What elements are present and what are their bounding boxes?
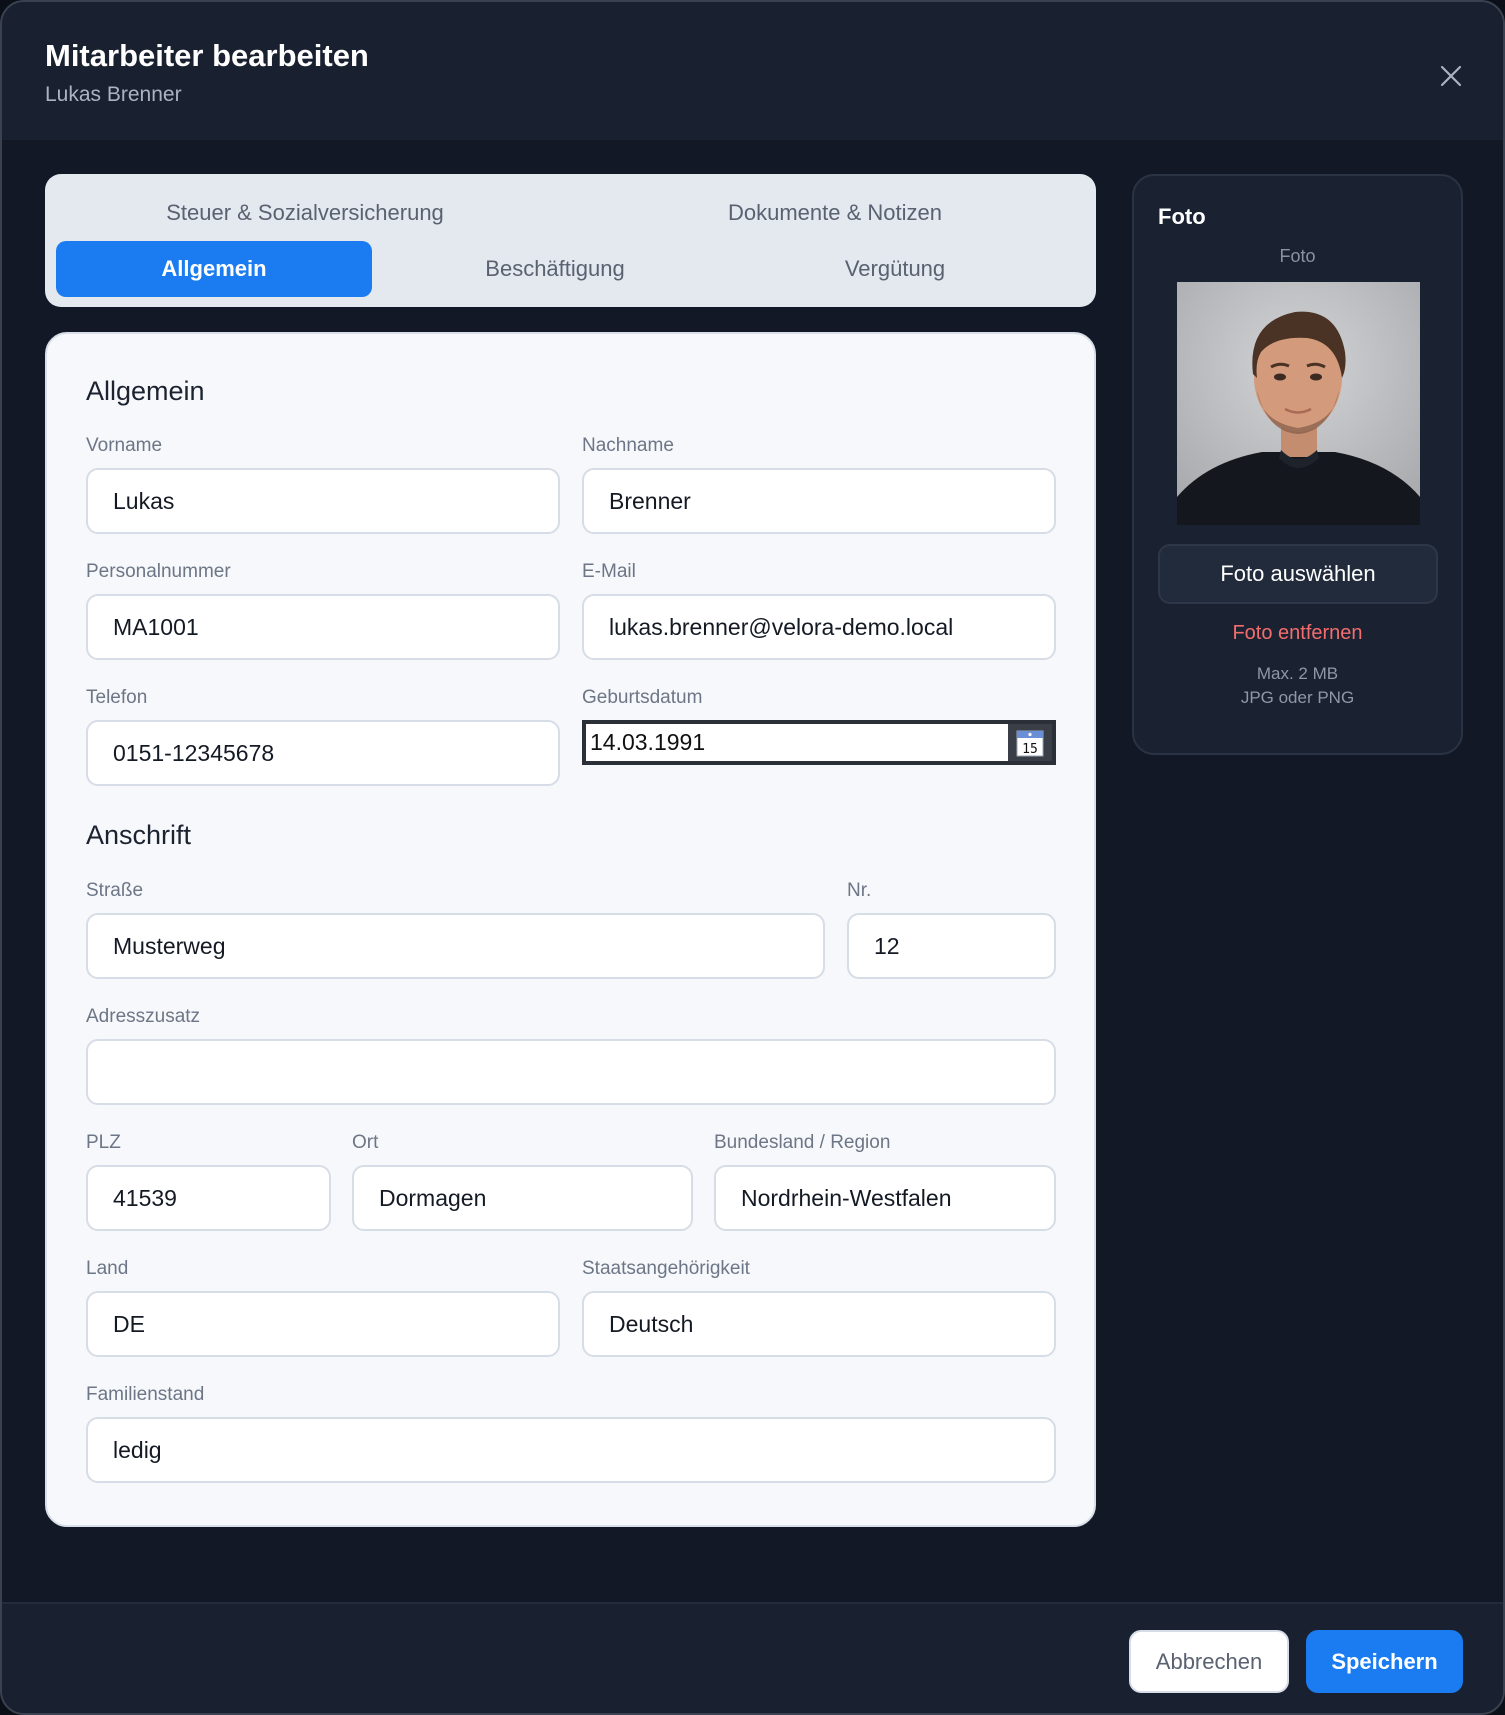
telefon-label: Telefon xyxy=(86,687,148,708)
photo-hint-size: Max. 2 MB xyxy=(1256,664,1339,683)
vorname-label: Vorname xyxy=(86,435,163,456)
portrait-image xyxy=(1177,282,1420,525)
cancel-button[interactable]: Abbrechen xyxy=(1129,1630,1289,1693)
photo-hint-format: JPG oder PNG xyxy=(1240,688,1355,707)
ort-label: Ort xyxy=(352,1132,379,1153)
bundesland-field[interactable]: Nordrhein-Westfalen xyxy=(714,1165,1056,1231)
familienstand-label: Familienstand xyxy=(86,1384,205,1405)
land-label: Land xyxy=(86,1258,129,1279)
photo-panel: Foto Foto Foto auswählen Foto entfernen … xyxy=(1132,174,1463,755)
close-icon xyxy=(1440,65,1462,87)
geburtsdatum-value: 14.03.1991 xyxy=(590,729,706,755)
dialog-footer: Abbrechen Speichern xyxy=(2,1602,1503,1713)
nachname-field[interactable]: Brenner xyxy=(582,468,1056,534)
tab-bar: Steuer & Sozialversicherung Dokumente & … xyxy=(45,174,1096,307)
nachname-label: Nachname xyxy=(582,435,674,456)
tab-steuer-sozialversicherung[interactable]: Steuer & Sozialversicherung xyxy=(155,185,455,241)
personalnummer-field[interactable]: MA1001 xyxy=(86,594,560,660)
email-label: E-Mail xyxy=(582,561,636,582)
land-field[interactable]: DE xyxy=(86,1291,560,1357)
calendar-icon: 15 xyxy=(1016,730,1044,757)
employee-photo xyxy=(1177,282,1420,525)
tab-verguetung[interactable]: Vergütung xyxy=(765,241,1025,297)
dialog-header: Mitarbeiter bearbeiten Lukas Brenner xyxy=(2,2,1503,140)
vorname-field[interactable]: Lukas xyxy=(86,468,560,534)
general-form-card: Allgemein Vorname Lukas Nachname Brenner… xyxy=(45,332,1096,1527)
staatsangehoerigkeit-label: Staatsangehörigkeit xyxy=(582,1258,750,1279)
personalnummer-label: Personalnummer xyxy=(86,561,231,582)
dialog-title: Mitarbeiter bearbeiten xyxy=(45,38,369,73)
tab-beschaeftigung[interactable]: Beschäftigung xyxy=(405,241,705,297)
geburtsdatum-label: Geburtsdatum xyxy=(582,687,703,708)
strasse-field[interactable]: Musterweg xyxy=(86,913,825,979)
edit-employee-dialog: Mitarbeiter bearbeiten Lukas Brenner Ste… xyxy=(0,0,1505,1715)
calendar-day: 15 xyxy=(1022,742,1038,757)
section-title-general: Allgemein xyxy=(86,376,205,406)
photo-panel-title: Foto xyxy=(1158,204,1206,229)
email-field[interactable]: lukas.brenner@velora-demo.local xyxy=(582,594,1056,660)
ort-field[interactable]: Dormagen xyxy=(352,1165,693,1231)
date-picker-button[interactable]: 15 xyxy=(1008,724,1052,761)
adresszusatz-field[interactable] xyxy=(86,1039,1056,1105)
strasse-label: Straße xyxy=(86,880,144,901)
adresszusatz-label: Adresszusatz xyxy=(86,1006,201,1027)
nr-field[interactable]: 12 xyxy=(847,913,1056,979)
section-title-address: Anschrift xyxy=(86,820,192,850)
familienstand-field[interactable]: ledig xyxy=(86,1417,1056,1483)
geburtsdatum-field[interactable]: 14.03.1991 15 xyxy=(582,720,1056,765)
choose-photo-button[interactable]: Foto auswählen xyxy=(1158,544,1438,604)
close-button[interactable] xyxy=(1432,57,1470,95)
plz-label: PLZ xyxy=(86,1132,121,1153)
tab-allgemein[interactable]: Allgemein xyxy=(56,241,372,297)
remove-photo-link[interactable]: Foto entfernen xyxy=(1134,622,1461,645)
bundesland-label: Bundesland / Region xyxy=(714,1132,891,1153)
staatsangehoerigkeit-field[interactable]: Deutsch xyxy=(582,1291,1056,1357)
dialog-subtitle: Lukas Brenner xyxy=(45,83,182,106)
nr-label: Nr. xyxy=(847,880,872,901)
telefon-field[interactable]: 0151-12345678 xyxy=(86,720,560,786)
tab-dokumente-notizen[interactable]: Dokumente & Notizen xyxy=(685,185,985,241)
photo-caption: Foto xyxy=(1279,246,1316,266)
plz-field[interactable]: 41539 xyxy=(86,1165,331,1231)
save-button[interactable]: Speichern xyxy=(1306,1630,1463,1693)
